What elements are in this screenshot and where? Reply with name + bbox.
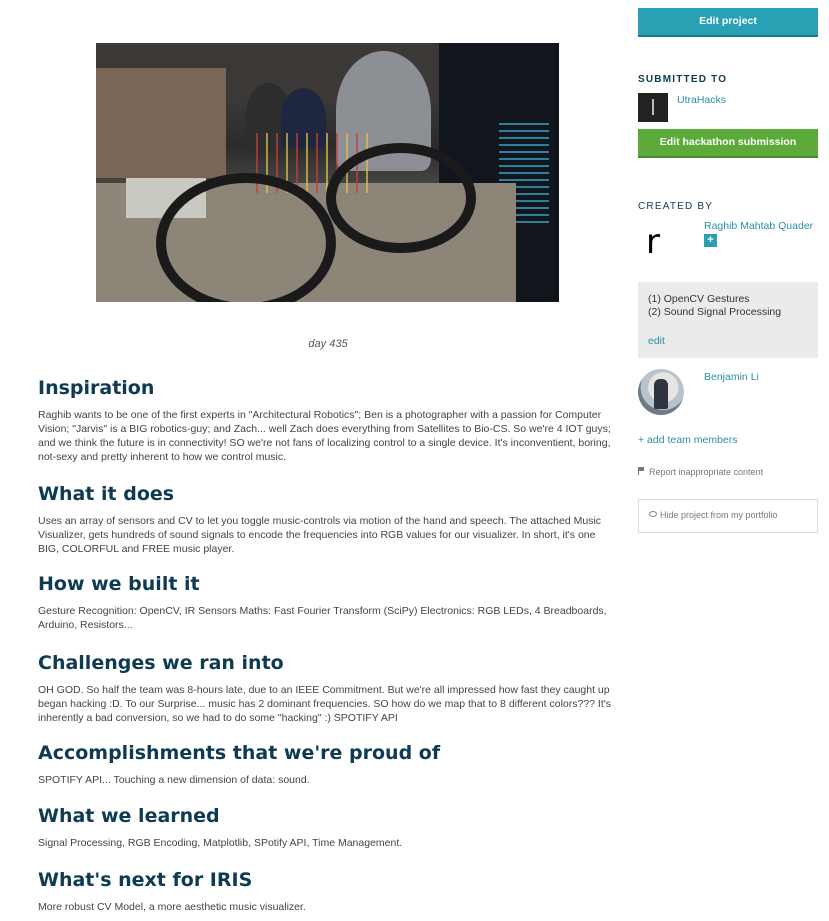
created-by-heading: CREATED BY — [638, 201, 714, 212]
add-team-members-link[interactable]: + add team members — [638, 434, 738, 446]
section-inspiration: Inspiration Raghib wants to be one of th… — [38, 377, 618, 464]
creator-roles: (1) OpenCV Gestures (2) Sound Signal Pro… — [638, 282, 818, 358]
section-title: How we built it — [38, 573, 200, 595]
creator-name-link[interactable]: Raghib Mahtab Quader — [704, 220, 813, 232]
section-body: More robust CV Model, a more aesthetic m… — [38, 901, 306, 913]
section-title: Inspiration — [38, 377, 155, 399]
submitted-to-heading: SUBMITTED TO — [638, 74, 728, 85]
member-avatar[interactable] — [638, 369, 684, 415]
section-body: Raghib wants to be one of the first expe… — [38, 409, 611, 463]
section-how-we-built-it: How we built it Gesture Recognition: Ope… — [38, 573, 618, 632]
hackathon-link[interactable]: UtraHacks — [677, 94, 726, 106]
section-body: SPOTIFY API... Touching a new dimension … — [38, 774, 310, 786]
section-body: Uses an array of sensors and CV to let y… — [38, 515, 602, 555]
roles-edit-link[interactable]: edit — [648, 335, 808, 347]
eye-icon — [649, 511, 657, 517]
hide-label: Hide project from my portfolio — [660, 510, 778, 520]
section-body: OH GOD. So half the team was 8-hours lat… — [38, 684, 612, 724]
creator-avatar[interactable]: r — [646, 222, 660, 262]
role-item: (1) OpenCV Gestures — [648, 293, 750, 305]
project-image[interactable] — [96, 43, 559, 302]
section-title: Accomplishments that we're proud of — [38, 742, 441, 764]
hackathon-logo[interactable] — [638, 93, 668, 122]
flag-icon — [638, 467, 645, 475]
section-what-it-does: What it does Uses an array of sensors an… — [38, 483, 618, 556]
section-body: Signal Processing, RGB Encoding, Matplot… — [38, 837, 403, 849]
section-title: What it does — [38, 483, 175, 505]
section-whats-next: What's next for IRIS More robust CV Mode… — [38, 869, 618, 914]
section-body: Gesture Recognition: OpenCV, IR Sensors … — [38, 605, 607, 631]
hide-project-button[interactable]: Hide project from my portfolio — [638, 499, 818, 533]
report-link[interactable]: Report inappropriate content — [638, 467, 763, 477]
section-what-we-learned: What we learned Signal Processing, RGB E… — [38, 805, 618, 850]
section-challenges: Challenges we ran into OH GOD. So half t… — [38, 652, 618, 725]
image-caption: day 435 — [308, 338, 348, 350]
section-title: What's next for IRIS — [38, 869, 253, 891]
section-title: What we learned — [38, 805, 220, 827]
section-title: Challenges we ran into — [38, 652, 284, 674]
report-label: Report inappropriate content — [649, 467, 764, 477]
role-item: (2) Sound Signal Processing — [648, 306, 782, 318]
edit-hackathon-submission-button[interactable]: Edit hackathon submission — [638, 129, 818, 158]
member-name-link[interactable]: Benjamin Li — [704, 371, 759, 383]
edit-project-button[interactable]: Edit project — [638, 8, 818, 37]
plus-icon[interactable]: + — [704, 234, 717, 247]
section-accomplishments: Accomplishments that we're proud of SPOT… — [38, 742, 618, 787]
